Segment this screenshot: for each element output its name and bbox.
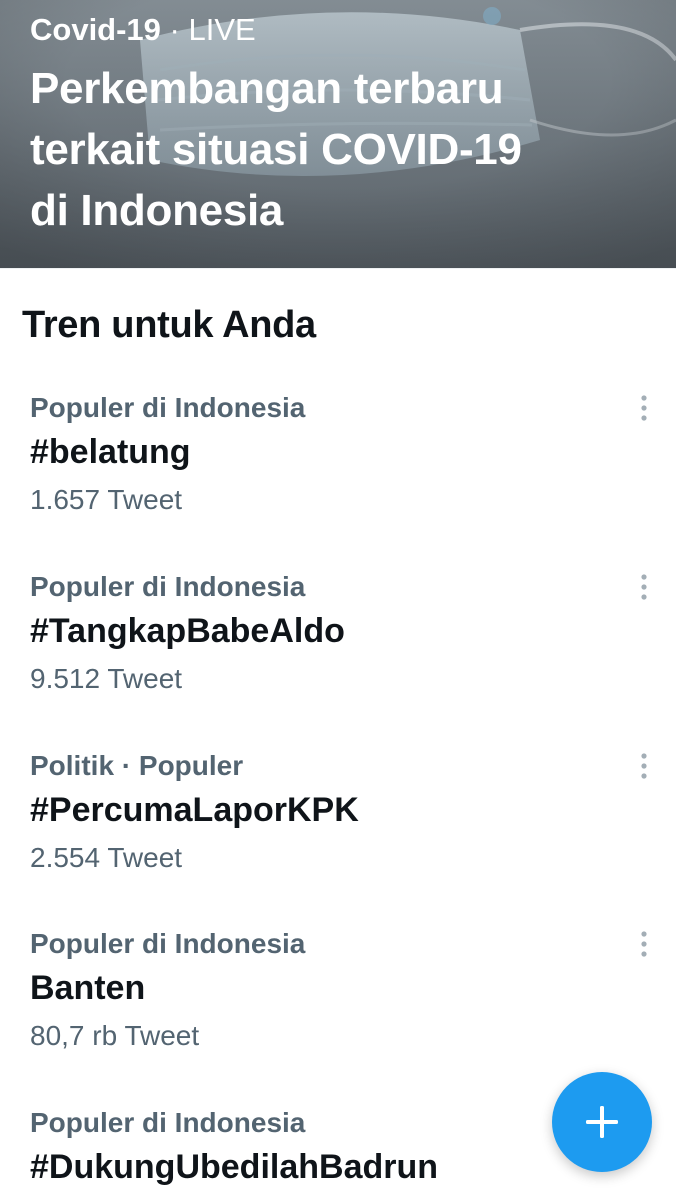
trend-name: #DukungUbedilahBadrun — [30, 1148, 439, 1186]
live-label: LIVE — [188, 12, 256, 47]
trend-name: #belatung — [30, 433, 191, 471]
trend-item[interactable]: Populer di Indonesia #TangkapBabeAldo 9.… — [0, 569, 676, 739]
trend-tweet-count: 9.512 Tweet — [30, 663, 183, 694]
more-vertical-icon[interactable] — [626, 926, 662, 962]
trend-item[interactable]: Populer di Indonesia #belatung 1.657 Twe… — [0, 390, 676, 560]
trend-context: Politik · Populer — [30, 750, 244, 781]
banner-title-line: di Indonesia — [30, 186, 284, 235]
trend-name: #PercumaLaporKPK — [30, 791, 359, 829]
covid-banner[interactable]: Covid-19 · LIVE Perkembangan terbaru ter… — [0, 0, 676, 268]
trend-context: Populer di Indonesia — [30, 571, 306, 602]
trend-tweet-count: 80,7 rb Tweet — [30, 1020, 200, 1051]
trend-context: Populer di Indonesia — [30, 1107, 306, 1138]
trend-name: Banten — [30, 969, 146, 1007]
trend-context: Populer di Indonesia — [30, 392, 306, 423]
trend-tweet-count: 1.657 Tweet — [30, 484, 183, 515]
banner-title-line: terkait situasi COVID-19 — [30, 125, 522, 174]
compose-tweet-button[interactable] — [552, 1072, 652, 1172]
trend-context: Populer di Indonesia — [30, 928, 306, 959]
banner-title: Perkembangan terbaru terkait situasi COV… — [30, 58, 650, 241]
section-divider — [0, 268, 676, 277]
banner-separator: · — [160, 12, 189, 47]
trend-item[interactable]: Populer di Indonesia Banten 80,7 rb Twee… — [0, 926, 676, 1096]
plus-icon — [586, 1106, 618, 1138]
trend-name: #TangkapBabeAldo — [30, 612, 345, 650]
explore-page: Covid-19 · LIVE Perkembangan terbaru ter… — [0, 0, 676, 1200]
more-vertical-icon[interactable] — [626, 569, 662, 605]
banner-topic: Covid-19 — [30, 12, 161, 47]
trend-item[interactable]: Politik · Populer #PercumaLaporKPK 2.554… — [0, 748, 676, 918]
banner-kicker: Covid-19 · LIVE — [30, 10, 256, 50]
section-title: Tren untuk Anda — [22, 304, 316, 346]
banner-title-line: Perkembangan terbaru — [30, 64, 504, 113]
more-vertical-icon[interactable] — [626, 748, 662, 784]
more-vertical-icon[interactable] — [626, 390, 662, 426]
trend-tweet-count: 2.554 Tweet — [30, 842, 183, 873]
